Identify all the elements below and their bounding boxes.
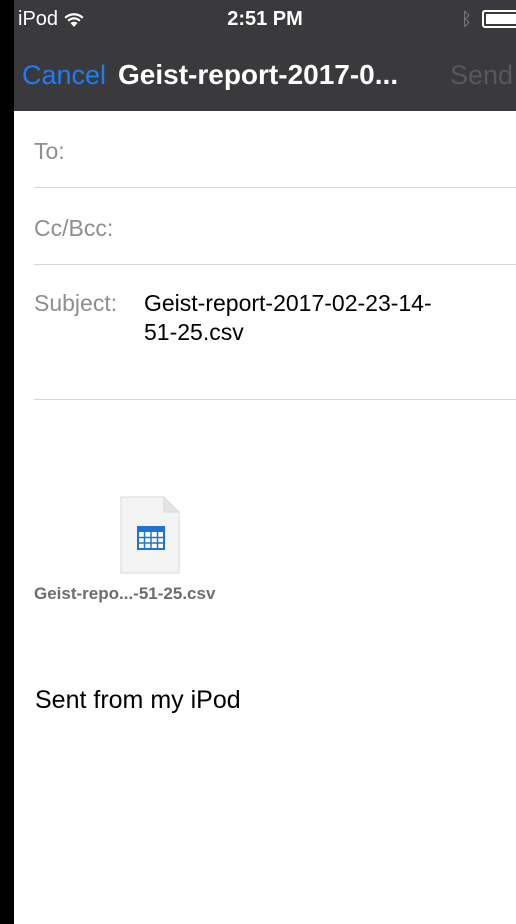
status-time: 2:51 PM [227,8,303,30]
status-indicators: ᛒ [461,9,516,29]
send-button[interactable]: Send [450,60,513,91]
cancel-button[interactable]: Cancel [22,60,106,91]
battery-level [486,14,516,24]
subject-input[interactable]: Geist-report-2017-02-23-14-51-25.csv [144,289,444,347]
spreadsheet-file-icon [120,496,180,574]
status-bar: iPod 2:51 PM ᛒ [14,0,516,40]
device-screen: iPod 2:51 PM ᛒ Cancel Geist-report-2017-… [0,0,516,924]
compose-title: Geist-report-2017-0... [118,59,399,90]
cc-bcc-label: Cc/Bcc: [34,215,114,241]
cc-bcc-field-row[interactable]: Cc/Bcc: [34,188,516,265]
cc-bcc-input[interactable] [152,210,506,246]
to-label: To: [34,138,65,164]
compose-nav-bar: Cancel Geist-report-2017-0... Send [14,40,516,111]
email-signature[interactable]: Sent from my iPod [35,686,241,715]
csv-attachment[interactable]: Geist-repo...-51-25.csv [34,496,274,606]
subject-label: Subject: [34,290,118,316]
bluetooth-icon: ᛒ [461,9,472,29]
attachment-filename: Geist-repo...-51-25.csv [34,584,216,603]
to-input[interactable] [152,133,506,169]
subject-field-row[interactable]: Subject: Geist-report-2017-02-23-14-51-2… [34,265,516,400]
battery-icon [482,10,516,28]
mail-compose-window: iPod 2:51 PM ᛒ Cancel Geist-report-2017-… [14,0,516,924]
to-field-row[interactable]: To: [34,111,516,188]
